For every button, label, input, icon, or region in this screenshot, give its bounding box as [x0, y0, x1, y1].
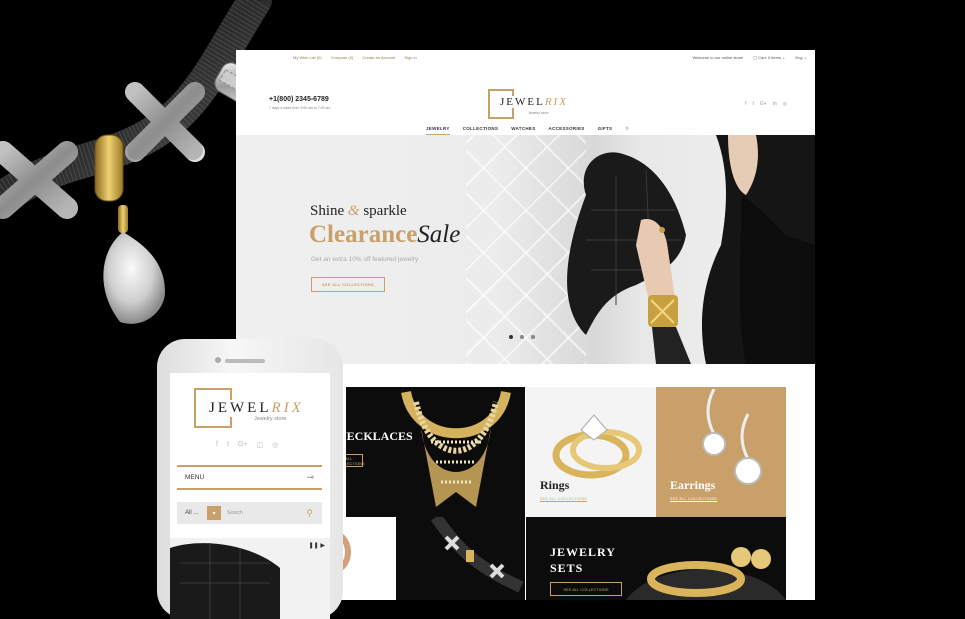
bracelet-thumb-image	[431, 517, 524, 593]
hero-subtitle-a: Shine	[310, 203, 345, 219]
arrow-right-icon: ⇾	[306, 472, 314, 482]
mobile-screen: JEWELRIX Jewelry store f t G+ ◫ ◎ MENU ⇾…	[170, 373, 330, 619]
sign-in-link[interactable]: Sign In	[404, 55, 416, 60]
compare-link[interactable]: Compare (0)	[331, 55, 353, 60]
hero-title-a: Clearance	[309, 221, 418, 248]
nav-collections[interactable]: COLLECTIONS	[463, 126, 499, 135]
language-label: Eng	[795, 54, 803, 60]
top-bar: My Wish List (0) Compare (0) Create an A…	[236, 50, 815, 64]
cart-link[interactable]: ▢ Cart: 0 items ⌄	[753, 55, 785, 60]
wishlist-link[interactable]: My Wish List (0)	[293, 55, 322, 60]
slider-dot[interactable]	[531, 335, 535, 339]
mobile-hero-banner: ❚❚ ▶	[170, 538, 330, 619]
tile-rings-title: Rings	[540, 478, 570, 492]
cart-icon: ▢	[753, 54, 758, 60]
welcome-text: Welcome to our online store!	[692, 54, 744, 60]
logo-main: JEWEL	[500, 96, 545, 108]
slider-dots	[509, 335, 535, 339]
hero-title: ClearanceSale	[309, 221, 460, 249]
cart-label: Cart: 0 items	[758, 54, 781, 60]
nav-gifts[interactable]: GIFTS	[598, 126, 613, 135]
search-category-select[interactable]: All ...	[177, 510, 207, 516]
tile-rings-link[interactable]: SEE ALL COLLECTIONS	[540, 497, 587, 501]
tile-sets-button[interactable]: SEE ALL COLLECTIONS	[550, 582, 622, 596]
facebook-icon[interactable]: f	[745, 101, 746, 107]
google-plus-icon[interactable]: G+	[760, 101, 767, 107]
facebook-icon[interactable]: f	[216, 441, 218, 449]
site-logo[interactable]: JEWELRIX Jewelry store	[488, 89, 570, 119]
tile-necklaces-button[interactable]: SEE ALL COLLECTIONS	[346, 454, 365, 467]
instagram-icon[interactable]: ◫	[256, 441, 263, 449]
mobile-logo[interactable]: JEWELRIX	[207, 400, 306, 417]
hero-subtitle-amp: &	[347, 203, 360, 219]
see-all-collections-button[interactable]: SEE ALL COLLECTIONS	[311, 277, 385, 292]
main-nav: JEWELRY COLLECTIONS WATCHES ACCESSORIES …	[426, 126, 629, 135]
phone-number: +1(800) 2345-6789	[269, 96, 329, 103]
tile-sets-title-2: SETS	[550, 561, 584, 575]
tile-earrings-title: Earrings	[670, 478, 716, 492]
slider-dot[interactable]	[520, 335, 524, 339]
create-account-link[interactable]: Create an Account	[362, 55, 395, 60]
mobile-preview: JEWELRIX Jewelry store f t G+ ◫ ◎ MENU ⇾…	[157, 339, 343, 619]
logo-tagline: Jewelry store	[528, 111, 549, 115]
tile-earrings[interactable]: Earrings SEE ALL COLLECTIONS	[656, 387, 786, 517]
site-header: +1(800) 2345-6789 7 days a week from 9:0…	[236, 64, 815, 136]
social-links: f t G+ in ◎	[745, 101, 787, 107]
necklace-image	[401, 390, 511, 507]
twitter-icon[interactable]: t	[753, 101, 754, 107]
mobile-logo-tagline: Jewelry store	[254, 416, 287, 422]
language-select[interactable]: Eng ⌄	[795, 55, 807, 60]
mobile-social-links: f t G+ ◫ ◎	[216, 441, 278, 449]
mobile-search-input[interactable]: Search	[227, 510, 243, 516]
mobile-menu-toggle[interactable]: MENU ⇾	[177, 465, 322, 490]
hero-title-b: Sale	[417, 221, 461, 248]
twitter-icon[interactable]: t	[227, 441, 229, 449]
linkedin-icon[interactable]: in	[773, 101, 777, 107]
nav-watches[interactable]: WATCHES	[511, 126, 535, 135]
tile-bracelets[interactable]	[396, 517, 525, 600]
tile-sets-title-1: JEWELRY	[550, 545, 616, 559]
hero-subtitle-b: sparkle	[363, 203, 407, 219]
mobile-logo-accent: RIX	[271, 400, 304, 416]
hero-subtitle: Shine & sparkle	[310, 203, 407, 220]
mobile-menu-label: MENU	[185, 474, 205, 481]
tile-necklaces[interactable]: NECKLACES SEE ALL COLLECTIONS	[346, 387, 525, 517]
tile-earrings-link[interactable]: SEE ALL COLLECTIONS	[670, 497, 717, 501]
rings-image	[552, 414, 642, 479]
pinterest-icon[interactable]: ◎	[272, 441, 278, 449]
mobile-hero-image	[170, 543, 280, 619]
mobile-search-bar: All ... ▾ Search ⚲	[177, 502, 322, 524]
slider-dot[interactable]	[509, 335, 513, 339]
jewelry-set-image	[626, 547, 786, 600]
search-icon[interactable]: ⚲	[625, 126, 629, 135]
opening-hours: 7 days a week from 9:00 am to 7:00 pm	[269, 106, 331, 110]
logo-text: JEWELRIX	[498, 96, 570, 108]
speaker-grille	[225, 359, 265, 363]
slider-controls-icon[interactable]: ❚❚ ▶	[309, 542, 325, 549]
pinterest-icon[interactable]: ◎	[783, 101, 787, 107]
hero-model-image	[567, 135, 815, 364]
nav-jewelry[interactable]: JEWELRY	[426, 126, 450, 135]
hero-banner: Shine & sparkle ClearanceSale Get an ext…	[236, 135, 815, 364]
tile-jewelry-sets[interactable]: JEWELRY SETS SEE ALL COLLECTIONS	[526, 517, 786, 600]
camera-icon	[215, 357, 221, 363]
search-icon[interactable]: ⚲	[306, 508, 313, 519]
hero-offer: Get an extra 10% off featured jewelry	[311, 256, 419, 263]
mobile-logo-main: JEWEL	[209, 400, 272, 416]
logo-accent: RIX	[544, 96, 568, 108]
google-plus-icon[interactable]: G+	[238, 441, 248, 449]
nav-accessories[interactable]: ACCESSORIES	[549, 126, 585, 135]
chevron-down-icon[interactable]: ▾	[207, 506, 221, 520]
tile-rings[interactable]: Rings SEE ALL COLLECTIONS	[526, 387, 656, 517]
